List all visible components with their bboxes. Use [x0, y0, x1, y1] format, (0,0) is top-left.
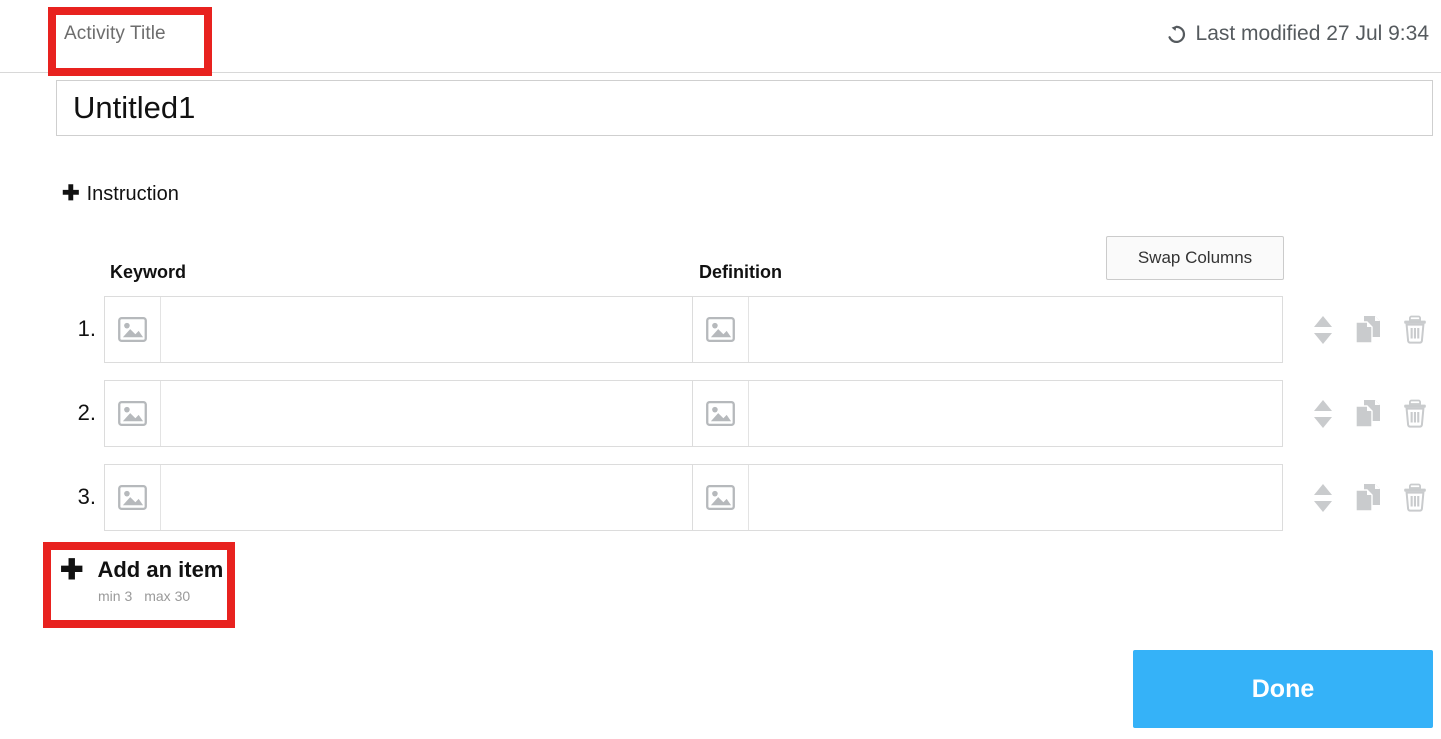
history-icon — [1165, 23, 1187, 45]
add-instruction-label: Instruction — [86, 183, 179, 205]
done-button[interactable]: Done — [1133, 650, 1433, 728]
activity-title-input[interactable] — [57, 81, 1432, 135]
activity-title-field-wrapper — [56, 80, 1433, 136]
image-placeholder-icon — [118, 401, 147, 426]
keyword-input[interactable] — [161, 381, 692, 446]
duplicate-icon[interactable] — [1354, 399, 1382, 429]
duplicate-icon[interactable] — [1354, 483, 1382, 513]
row-number: 3. — [77, 484, 96, 509]
definition-cell — [693, 381, 1282, 446]
image-placeholder-icon — [706, 317, 735, 342]
definition-input[interactable] — [749, 381, 1282, 446]
add-instruction-button[interactable]: ✚ Instruction — [62, 183, 179, 206]
duplicate-icon[interactable] — [1354, 315, 1382, 345]
keyword-cell — [105, 297, 693, 362]
swap-columns-button[interactable]: Swap Columns — [1106, 236, 1284, 280]
plus-icon: ✚ — [62, 182, 80, 205]
column-header-definition: Definition — [699, 262, 782, 282]
add-an-item-button[interactable]: ✚ Add an item min 3 max 30 — [60, 556, 223, 605]
image-placeholder-icon — [118, 317, 147, 342]
plus-icon: ✚ — [60, 554, 84, 585]
min-items-text: min 3 — [98, 588, 133, 604]
row-actions — [1296, 296, 1441, 363]
column-header-keyword: Keyword — [110, 262, 187, 282]
keyword-image-button[interactable] — [105, 465, 161, 530]
keyword-cell — [105, 465, 693, 530]
keyword-input[interactable] — [161, 297, 692, 362]
keyword-image-button[interactable] — [105, 297, 161, 362]
table-row — [104, 296, 1283, 363]
definition-image-button[interactable] — [693, 297, 749, 362]
add-an-item-label: Add an item — [97, 557, 224, 582]
last-modified-status: Last modified 27 Jul 9:34 — [1165, 22, 1429, 46]
definition-input[interactable] — [749, 465, 1282, 530]
page-header: Activity Title Last modified 27 Jul 9:34 — [0, 0, 1441, 73]
row-actions — [1296, 380, 1441, 447]
image-placeholder-icon — [118, 485, 147, 510]
definition-cell — [693, 297, 1282, 362]
table-row — [104, 380, 1283, 447]
item-count-limits: min 3 max 30 — [98, 588, 223, 604]
keyword-cell — [105, 381, 693, 446]
row-actions — [1296, 464, 1441, 531]
definition-image-button[interactable] — [693, 381, 749, 446]
definition-input[interactable] — [749, 297, 1282, 362]
definition-cell — [693, 465, 1282, 530]
reorder-updown-icon[interactable] — [1312, 315, 1334, 345]
activity-title-label: Activity Title — [64, 23, 166, 44]
row-number: 1. — [77, 316, 96, 341]
add-an-item-main: ✚ Add an item — [60, 556, 223, 584]
activity-editor-page: Activity Title Last modified 27 Jul 9:34… — [0, 0, 1441, 739]
definition-image-button[interactable] — [693, 465, 749, 530]
keyword-input[interactable] — [161, 465, 692, 530]
trash-icon[interactable] — [1402, 315, 1428, 344]
keyword-image-button[interactable] — [105, 381, 161, 446]
trash-icon[interactable] — [1402, 399, 1428, 428]
reorder-updown-icon[interactable] — [1312, 399, 1334, 429]
last-modified-text: Last modified 27 Jul 9:34 — [1195, 22, 1429, 45]
row-number: 2. — [77, 400, 96, 425]
image-placeholder-icon — [706, 401, 735, 426]
reorder-updown-icon[interactable] — [1312, 483, 1334, 513]
table-row — [104, 464, 1283, 531]
trash-icon[interactable] — [1402, 483, 1428, 512]
max-items-text: max 30 — [144, 588, 191, 604]
image-placeholder-icon — [706, 485, 735, 510]
